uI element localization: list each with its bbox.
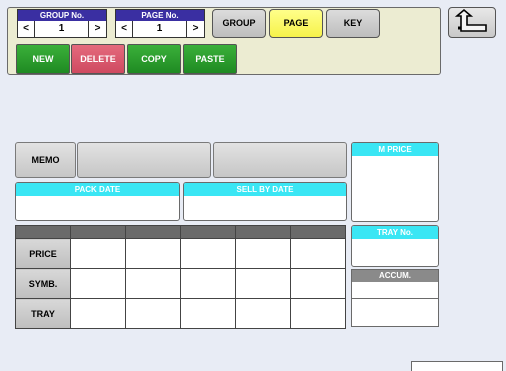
new-button[interactable]: NEW [16,44,70,74]
m-price-label: M PRICE [352,143,438,156]
memo-label: MEMO [15,142,76,178]
price-cell[interactable] [125,238,181,269]
key-grid: PRICE SYMB. TRAY [15,225,346,329]
symbol-row: SYMB. [15,268,346,299]
group-prev-button[interactable]: < [18,21,35,37]
page-number-navigator: PAGE No. < 1 > [115,9,205,38]
tray-cell[interactable] [70,298,126,329]
symbol-row-label: SYMB. [15,268,71,299]
tray-row-label: TRAY [15,298,71,329]
tray-cell[interactable] [290,298,346,329]
delete-button[interactable]: DELETE [71,44,125,74]
sell-by-date-label: SELL BY DATE [184,183,346,196]
symbol-cell[interactable] [125,268,181,299]
price-row-label: PRICE [15,238,71,269]
grid-header-row [15,225,346,239]
memo-field-2[interactable] [213,142,347,178]
group-next-button[interactable]: > [89,21,106,37]
symbol-cell[interactable] [180,268,236,299]
page-number-title: PAGE No. [116,10,204,21]
group-number-value: 1 [35,21,89,37]
group-mode-button[interactable]: GROUP [212,9,266,38]
page-next-button[interactable]: > [187,21,204,37]
accum-field[interactable]: ACCUM. [351,269,439,327]
grid-column-header [125,225,181,239]
grid-column-header [290,225,346,239]
copy-button[interactable]: COPY [127,44,181,74]
grid-column-header [235,225,291,239]
symbol-cell[interactable] [235,268,291,299]
price-cell[interactable] [180,238,236,269]
symbol-cell[interactable] [290,268,346,299]
return-arrow-icon [454,8,487,32]
pack-date-field[interactable]: PACK DATE [15,182,180,221]
m-price-field[interactable]: M PRICE [351,142,439,222]
page-number-value: 1 [133,21,187,37]
grid-column-header [180,225,236,239]
page-prev-button[interactable]: < [116,21,133,37]
key-mode-button[interactable]: KEY [326,9,380,38]
group-number-title: GROUP No. [18,10,106,21]
tray-number-field[interactable]: TRAY No. [351,225,439,267]
grid-column-header [70,225,126,239]
accum-divider [352,298,438,299]
status-box [411,361,503,371]
grid-header-corner [15,225,71,239]
price-cell[interactable] [235,238,291,269]
symbol-cell[interactable] [70,268,126,299]
price-row: PRICE [15,238,346,269]
price-cell[interactable] [70,238,126,269]
tray-cell[interactable] [180,298,236,329]
tray-row: TRAY [15,298,346,329]
back-button[interactable] [448,7,496,38]
tray-number-label: TRAY No. [352,226,438,239]
sell-by-date-field[interactable]: SELL BY DATE [183,182,347,221]
tray-cell[interactable] [235,298,291,329]
pack-date-label: PACK DATE [16,183,179,196]
price-cell[interactable] [290,238,346,269]
group-number-navigator: GROUP No. < 1 > [17,9,107,38]
toolbar: GROUP No. < 1 > PAGE No. < 1 > GROUP PAG… [7,7,441,75]
paste-button[interactable]: PASTE [183,44,237,74]
accum-label: ACCUM. [352,270,438,282]
memo-field-1[interactable] [77,142,211,178]
tray-cell[interactable] [125,298,181,329]
page-mode-button[interactable]: PAGE [269,9,323,38]
